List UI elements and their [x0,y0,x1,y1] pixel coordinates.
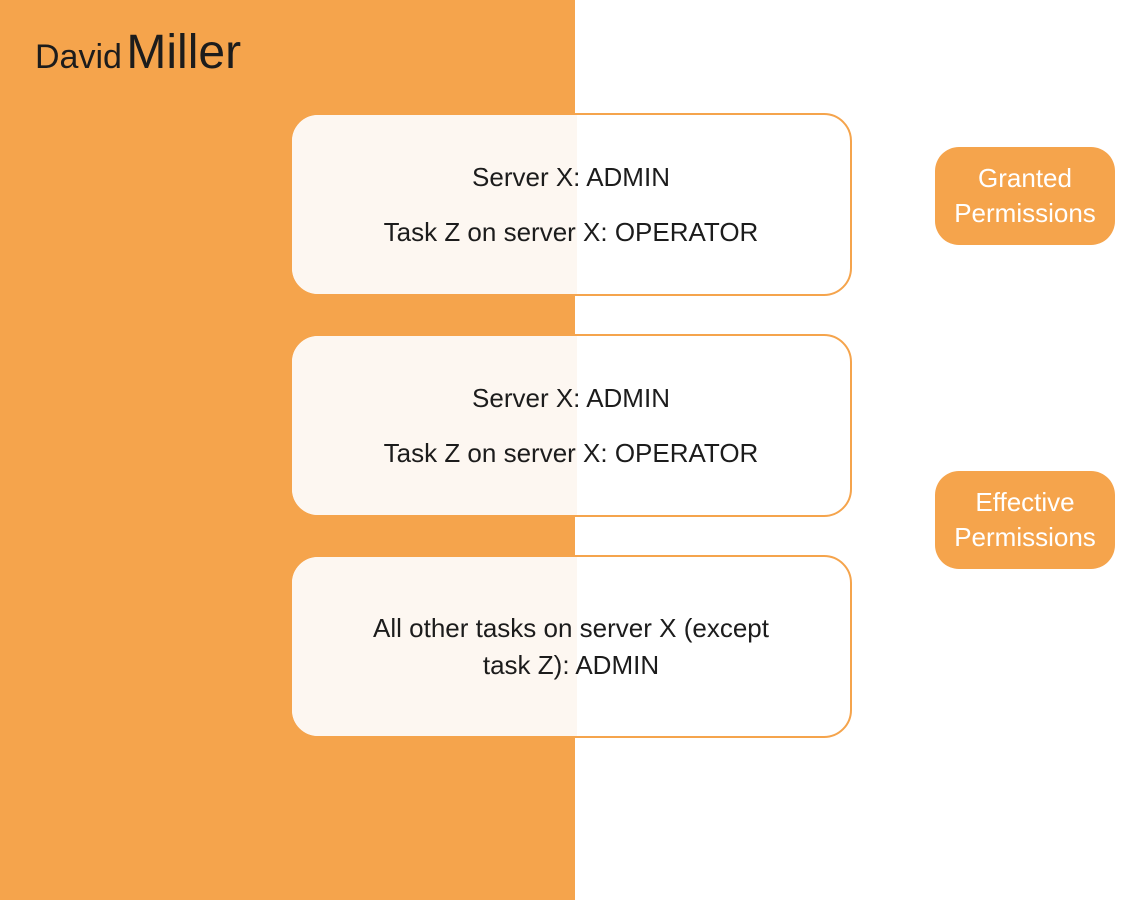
user-first-name: David [35,38,122,76]
effective-tag-text: Effective Permissions [954,485,1096,555]
granted-permissions-box: Server X: ADMIN Task Z on server X: OPER… [290,113,852,296]
effective1-line-1: Server X: ADMIN [472,380,670,416]
effective2-line-1: All other tasks on server X (except task… [361,610,781,683]
effective-permissions-tag: Effective Permissions [935,471,1115,569]
granted-line-1: Server X: ADMIN [472,159,670,195]
effective1-line-2: Task Z on server X: OPERATOR [384,435,759,471]
user-name: David Miller [35,25,241,80]
effective-permissions-box-1: Server X: ADMIN Task Z on server X: OPER… [290,334,852,517]
user-last-name: Miller [126,26,241,79]
granted-permissions-tag: Granted Permissions [935,147,1115,245]
effective-permissions-box-2: All other tasks on server X (except task… [290,555,852,738]
granted-line-2: Task Z on server X: OPERATOR [384,214,759,250]
granted-tag-text: Granted Permissions [954,161,1096,231]
diagram-container: David Miller Server X: ADMIN Task Z on s… [0,0,1136,900]
